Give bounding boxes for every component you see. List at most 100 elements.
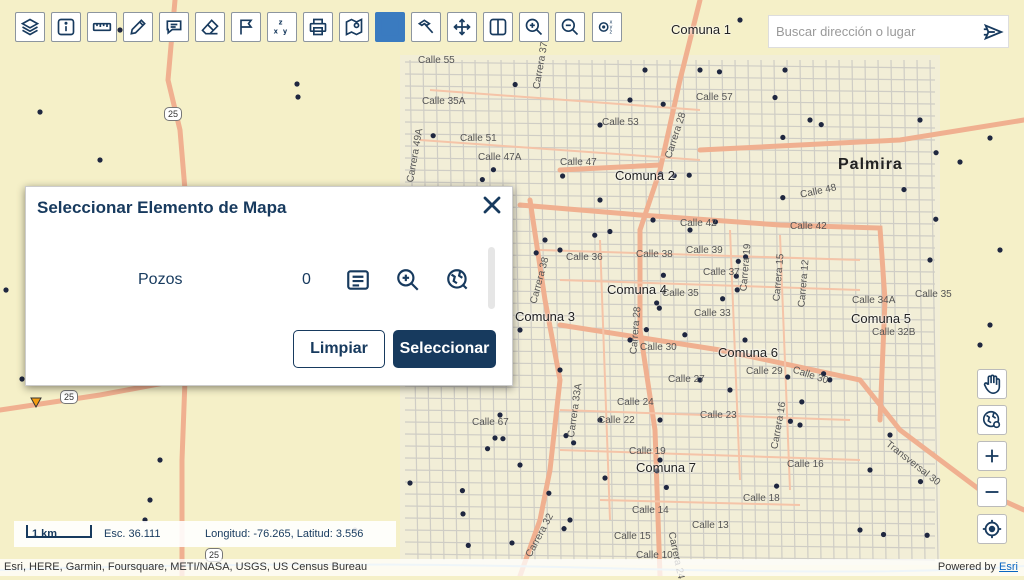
- globe-select-icon[interactable]: [445, 267, 471, 293]
- clear-button[interactable]: Limpiar: [293, 330, 385, 368]
- well-point[interactable]: [957, 159, 963, 165]
- well-point[interactable]: [559, 173, 566, 179]
- well-point[interactable]: [407, 480, 413, 486]
- well-point[interactable]: [933, 150, 939, 156]
- well-point[interactable]: [663, 484, 669, 491]
- well-point[interactable]: [19, 376, 25, 382]
- well-point[interactable]: [117, 27, 123, 33]
- flag-button[interactable]: [231, 12, 261, 42]
- zoom-out-button[interactable]: [555, 12, 585, 42]
- well-point[interactable]: [977, 342, 983, 348]
- well-point[interactable]: [857, 527, 863, 533]
- well-point[interactable]: [500, 436, 506, 442]
- well-point[interactable]: [479, 176, 485, 183]
- well-point[interactable]: [430, 133, 436, 139]
- well-point[interactable]: [570, 440, 577, 446]
- zoom-out-map-button[interactable]: [977, 477, 1007, 507]
- well-point[interactable]: [542, 237, 548, 243]
- well-point[interactable]: [465, 542, 471, 548]
- well-point[interactable]: [557, 367, 563, 373]
- well-point[interactable]: [642, 67, 648, 73]
- well-point[interactable]: [147, 497, 153, 503]
- close-icon[interactable]: [480, 193, 504, 217]
- well-point[interactable]: [295, 94, 301, 100]
- well-point[interactable]: [509, 540, 515, 546]
- well-point[interactable]: [656, 305, 662, 311]
- well-point[interactable]: [490, 167, 497, 173]
- well-point[interactable]: [780, 134, 786, 141]
- globe-button[interactable]: [977, 405, 1007, 435]
- well-point[interactable]: [533, 250, 539, 256]
- well-point[interactable]: [773, 483, 780, 489]
- well-point[interactable]: [797, 422, 803, 428]
- well-point[interactable]: [484, 446, 491, 452]
- well-point[interactable]: [716, 69, 723, 75]
- well-point[interactable]: [924, 532, 930, 538]
- well-point[interactable]: [917, 117, 923, 123]
- well-point[interactable]: [927, 257, 933, 263]
- well-point[interactable]: [97, 157, 103, 163]
- pan-hand-button[interactable]: [977, 369, 1007, 399]
- well-point[interactable]: [660, 272, 666, 278]
- well-point[interactable]: [294, 81, 300, 87]
- attribute-table-icon[interactable]: [345, 267, 371, 293]
- pan-button[interactable]: [447, 12, 477, 42]
- well-point[interactable]: [933, 216, 939, 222]
- well-point[interactable]: [799, 399, 805, 405]
- well-point[interactable]: [917, 478, 924, 485]
- well-point[interactable]: [37, 109, 43, 115]
- well-point[interactable]: [737, 17, 743, 23]
- info-button[interactable]: [51, 12, 81, 42]
- zoom-in-button[interactable]: [519, 12, 549, 42]
- well-point[interactable]: [157, 457, 163, 463]
- well-point[interactable]: [3, 287, 9, 293]
- well-point[interactable]: [987, 135, 993, 141]
- locate-button[interactable]: [977, 514, 1007, 544]
- well-point[interactable]: [867, 467, 873, 473]
- well-point[interactable]: [772, 94, 778, 101]
- well-point[interactable]: [987, 322, 993, 328]
- well-point[interactable]: [561, 526, 567, 532]
- measure-button[interactable]: [87, 12, 117, 42]
- well-point[interactable]: [660, 101, 666, 107]
- well-point[interactable]: [460, 511, 466, 517]
- well-point[interactable]: [686, 172, 692, 178]
- well-point[interactable]: [517, 327, 523, 333]
- esri-link[interactable]: Esri: [999, 561, 1018, 573]
- well-point[interactable]: [602, 475, 608, 481]
- well-point[interactable]: [720, 296, 726, 302]
- xyz-point-button[interactable]: xyz: [592, 12, 622, 42]
- tools-button[interactable]: [411, 12, 441, 42]
- well-point[interactable]: [818, 121, 824, 128]
- well-point[interactable]: [557, 247, 563, 253]
- well-point[interactable]: [782, 67, 788, 73]
- split-view-button[interactable]: [483, 12, 513, 42]
- well-point[interactable]: [997, 247, 1003, 253]
- well-point[interactable]: [512, 81, 518, 88]
- erase-button[interactable]: [195, 12, 225, 42]
- search-submit-button[interactable]: [978, 17, 1008, 47]
- well-point[interactable]: [492, 435, 498, 441]
- well-point[interactable]: [785, 374, 791, 380]
- well-point[interactable]: [780, 195, 786, 201]
- well-point[interactable]: [567, 517, 573, 523]
- print-button[interactable]: [303, 12, 333, 42]
- well-point[interactable]: [682, 332, 688, 338]
- well-point[interactable]: [787, 418, 793, 424]
- well-point[interactable]: [807, 117, 813, 123]
- layers-button[interactable]: [15, 12, 45, 42]
- well-point[interactable]: [592, 232, 598, 238]
- well-point[interactable]: [901, 186, 907, 193]
- well-point[interactable]: [627, 97, 633, 103]
- map-pin-button[interactable]: [339, 12, 369, 42]
- well-point[interactable]: [546, 490, 552, 496]
- well-point[interactable]: [727, 387, 733, 393]
- well-point[interactable]: [459, 488, 466, 494]
- comment-button[interactable]: [159, 12, 189, 42]
- select-button[interactable]: [375, 12, 405, 42]
- well-point[interactable]: [517, 462, 523, 468]
- draw-button[interactable]: [123, 12, 153, 42]
- well-point[interactable]: [597, 197, 603, 203]
- dialog-scrollbar[interactable]: [488, 247, 495, 309]
- well-point[interactable]: [887, 432, 893, 438]
